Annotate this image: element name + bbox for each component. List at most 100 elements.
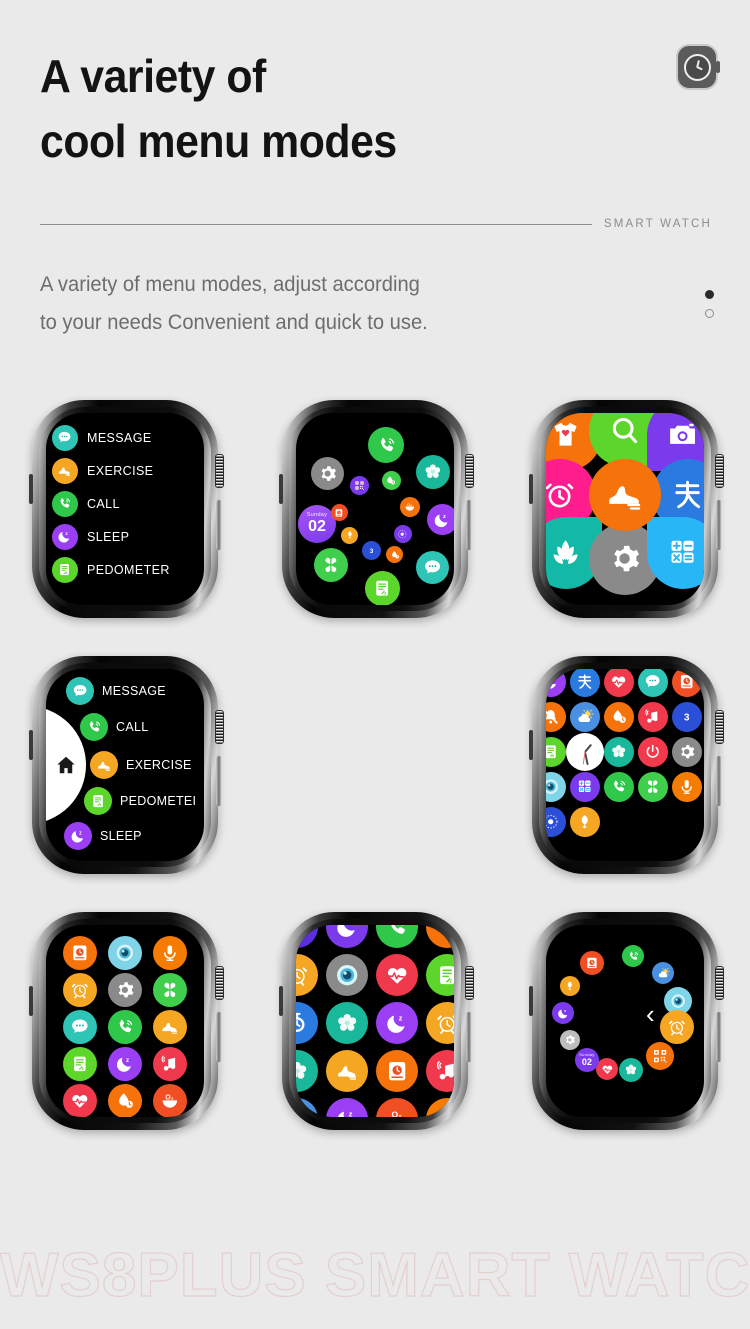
watch-screen[interactable]: z3z bbox=[546, 669, 704, 861]
exercise-icon[interactable] bbox=[589, 459, 661, 531]
qr-icon[interactable] bbox=[646, 1042, 674, 1070]
watch-left-button[interactable] bbox=[529, 986, 533, 1016]
message-icon[interactable] bbox=[66, 677, 94, 705]
scanner-icon[interactable] bbox=[331, 504, 348, 521]
watch-icon-grid[interactable]: zzO₂ bbox=[32, 912, 218, 1130]
watch-digital-crown[interactable] bbox=[715, 966, 724, 1000]
watch-digital-crown[interactable] bbox=[715, 710, 724, 744]
analog-clock-face[interactable] bbox=[566, 733, 604, 771]
watch-side-button[interactable] bbox=[216, 1012, 222, 1062]
watch-digital-crown[interactable] bbox=[215, 966, 224, 1000]
calculator-icon[interactable] bbox=[647, 517, 704, 589]
settings-icon[interactable] bbox=[560, 1030, 580, 1050]
arc-menu-item[interactable]: zSLEEP bbox=[64, 822, 142, 850]
scanner-icon[interactable] bbox=[580, 951, 604, 975]
weather-icon[interactable] bbox=[652, 962, 674, 984]
watch-side-button[interactable] bbox=[466, 1012, 472, 1062]
settings-icon[interactable] bbox=[311, 457, 344, 490]
pagination-dot-active[interactable] bbox=[705, 290, 714, 299]
call-icon[interactable] bbox=[52, 491, 78, 517]
female-icon[interactable] bbox=[570, 807, 600, 837]
watch-screen[interactable]: zzO₂ bbox=[46, 925, 204, 1117]
sleep-icon[interactable]: z bbox=[376, 1002, 418, 1044]
clock-icon[interactable] bbox=[296, 954, 318, 996]
settings-icon[interactable] bbox=[672, 737, 702, 767]
message-icon[interactable] bbox=[63, 1010, 97, 1044]
pedometer-icon[interactable]: z bbox=[426, 954, 454, 996]
blood-icon[interactable] bbox=[108, 1084, 142, 1118]
exercise-icon[interactable] bbox=[90, 751, 118, 779]
call-icon[interactable] bbox=[80, 713, 108, 741]
heart-icon[interactable] bbox=[63, 1084, 97, 1118]
call-icon[interactable] bbox=[604, 772, 634, 802]
calculator-icon[interactable] bbox=[570, 772, 600, 802]
arc-menu-item[interactable]: zPEDOMETEI bbox=[84, 787, 196, 815]
watch-left-button[interactable] bbox=[529, 730, 533, 760]
watch-digital-crown[interactable] bbox=[465, 966, 474, 1000]
clover-icon[interactable] bbox=[153, 973, 187, 1007]
sleep-icon[interactable]: z bbox=[326, 1098, 368, 1117]
watch-side-button[interactable] bbox=[216, 500, 222, 550]
scanner-icon[interactable] bbox=[672, 669, 702, 697]
exercise-icon[interactable] bbox=[326, 1050, 368, 1092]
watch-clock-grid[interactable]: z3z bbox=[532, 656, 718, 874]
watch-digital-crown[interactable] bbox=[715, 454, 724, 488]
blood-icon[interactable] bbox=[386, 546, 403, 563]
watch-list-menu[interactable]: MESSAGEEXERCISECALLzSLEEPzPEDOMETER bbox=[32, 400, 218, 618]
compass-icon[interactable] bbox=[546, 807, 566, 837]
flower-icon[interactable] bbox=[416, 455, 450, 489]
watch-left-button[interactable] bbox=[279, 474, 283, 504]
heart-icon[interactable] bbox=[604, 669, 634, 697]
flower-icon[interactable] bbox=[604, 737, 634, 767]
sleep-icon[interactable]: z bbox=[326, 925, 368, 948]
watch-left-button[interactable] bbox=[529, 474, 533, 504]
call-icon[interactable] bbox=[376, 925, 418, 948]
power-icon[interactable] bbox=[638, 737, 668, 767]
date-widget[interactable]: Sunday02 bbox=[575, 1048, 599, 1072]
sleep-icon[interactable]: z bbox=[546, 669, 566, 697]
clover-icon[interactable] bbox=[314, 548, 348, 582]
sleep-icon[interactable]: z bbox=[108, 1047, 142, 1081]
music-icon[interactable] bbox=[638, 702, 668, 732]
mute-icon[interactable] bbox=[546, 702, 566, 732]
blood-icon[interactable] bbox=[604, 702, 634, 732]
watch-digital-crown[interactable] bbox=[465, 454, 474, 488]
clock-icon[interactable] bbox=[426, 1002, 454, 1044]
watch-screen[interactable] bbox=[546, 413, 704, 605]
oxygen-icon[interactable]: O₂ bbox=[153, 1084, 187, 1118]
female-icon[interactable] bbox=[560, 976, 580, 996]
flower-icon[interactable] bbox=[326, 1002, 368, 1044]
exercise-icon[interactable] bbox=[153, 1010, 187, 1044]
watch-arc-menu[interactable]: MESSAGECALLEXERCISEzPEDOMETEIzSLEEP bbox=[32, 656, 218, 874]
pedometer-icon[interactable]: z bbox=[365, 571, 400, 606]
sleep-icon[interactable]: z bbox=[427, 504, 455, 535]
oxygen-icon[interactable]: O₂ bbox=[400, 497, 420, 517]
watch-left-button[interactable] bbox=[29, 730, 33, 760]
compass-icon[interactable] bbox=[296, 925, 318, 948]
watch-side-button[interactable] bbox=[466, 500, 472, 550]
music-icon[interactable] bbox=[426, 1050, 454, 1092]
sleep-icon[interactable]: z bbox=[52, 524, 78, 550]
watch-left-button[interactable] bbox=[29, 474, 33, 504]
call-icon[interactable] bbox=[368, 427, 404, 463]
weather-icon[interactable] bbox=[570, 702, 600, 732]
watch-screen[interactable]: Sunday02O₂z3z bbox=[296, 413, 454, 605]
sleep-icon[interactable]: z bbox=[552, 1002, 574, 1024]
watch-screen[interactable]: MESSAGEEXERCISECALLzSLEEPzPEDOMETER bbox=[46, 413, 204, 605]
watch-bubble-menu[interactable]: Sunday02O₂z3z bbox=[282, 400, 468, 618]
flower-icon[interactable] bbox=[296, 1050, 318, 1092]
clock-icon[interactable] bbox=[660, 1010, 694, 1044]
watch-left-button[interactable] bbox=[279, 986, 283, 1016]
sleep-icon[interactable]: z bbox=[64, 822, 92, 850]
watch-side-button[interactable] bbox=[216, 756, 222, 806]
music-icon[interactable] bbox=[153, 1047, 187, 1081]
mic-icon[interactable] bbox=[426, 1098, 454, 1117]
arc-menu-item[interactable]: CALL bbox=[80, 713, 148, 741]
camera-lens-icon[interactable] bbox=[326, 954, 368, 996]
heart-icon[interactable] bbox=[596, 1058, 618, 1080]
arc-menu-item[interactable]: EXERCISE bbox=[90, 751, 192, 779]
pagination-dots[interactable] bbox=[705, 290, 714, 318]
message-icon[interactable] bbox=[416, 551, 449, 584]
pagination-dot-inactive[interactable] bbox=[705, 309, 714, 318]
alipay-icon[interactable] bbox=[570, 669, 600, 697]
